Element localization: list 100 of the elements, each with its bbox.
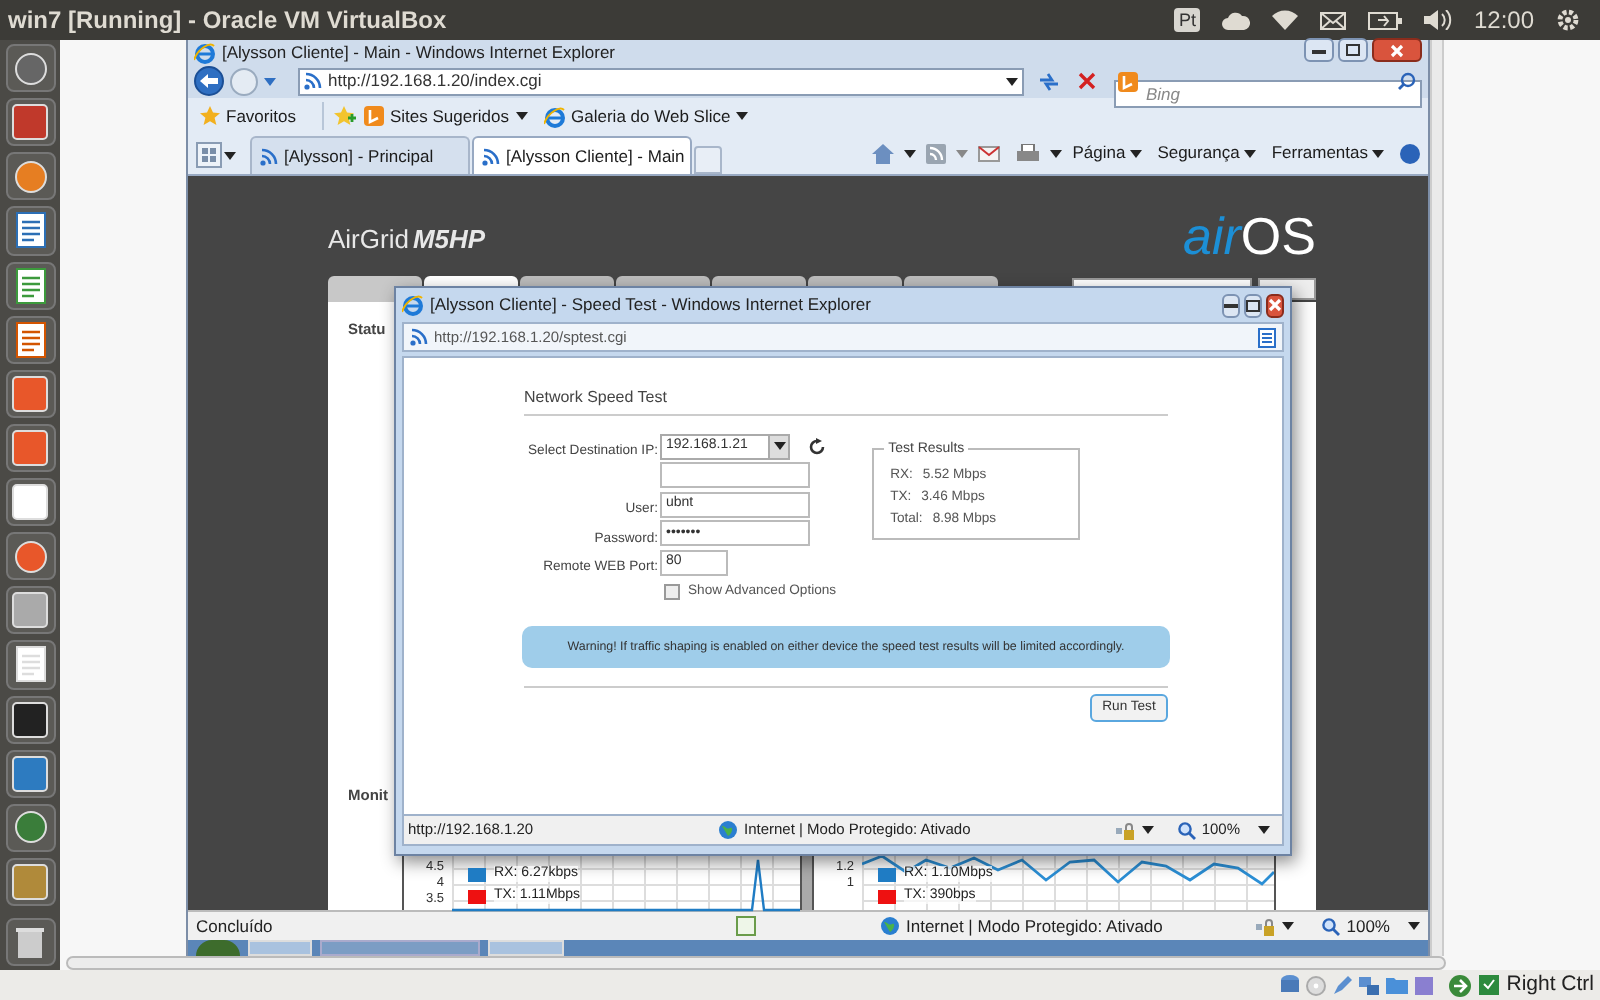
back-button[interactable] [194, 66, 224, 96]
zoom-level[interactable]: 100% [1346, 913, 1390, 939]
caret-icon[interactable] [736, 112, 749, 120]
terminal-icon[interactable] [5, 695, 55, 744]
security-zone: Internet | Modo Protegido: Ativado [906, 913, 1163, 939]
maximize-button[interactable] [1244, 293, 1262, 317]
bing-icon [1118, 71, 1138, 91]
launcher-icon[interactable] [5, 423, 55, 472]
product-name: AirGrid [328, 221, 409, 257]
feed-icon [260, 147, 278, 165]
browser-logo-icon [402, 294, 424, 316]
help-icon[interactable] [1400, 143, 1420, 164]
input-field[interactable] [660, 462, 810, 489]
panel-separator [802, 850, 812, 910]
minimize-icon [1312, 47, 1326, 53]
model-name: M5HP [412, 221, 486, 257]
capture-icon [1414, 975, 1435, 995]
cloud-icon[interactable] [1221, 11, 1250, 29]
start-button[interactable] [196, 940, 240, 956]
section-heading: Network Speed Test [524, 386, 1168, 416]
caret-icon[interactable] [1372, 149, 1384, 158]
page-icon[interactable] [1258, 327, 1276, 347]
document-icon[interactable] [5, 206, 55, 255]
presentation-icon[interactable] [5, 315, 55, 364]
printer-icon[interactable] [1016, 143, 1041, 164]
browser-logo-icon [543, 105, 566, 127]
browser-tab[interactable]: [Alysson Cliente] - Main [472, 136, 692, 174]
trash-icon[interactable] [5, 918, 55, 967]
globe-icon[interactable] [5, 152, 55, 201]
launcher-icon[interactable] [5, 857, 55, 906]
caret-icon[interactable] [1282, 922, 1295, 930]
launcher-icon[interactable] [5, 803, 55, 852]
stop-icon[interactable] [1078, 72, 1096, 90]
caret-icon[interactable] [773, 442, 785, 451]
caret-icon[interactable] [904, 149, 917, 158]
dropdown-button[interactable] [768, 435, 788, 458]
close-icon [1390, 43, 1404, 57]
caret-icon[interactable] [1258, 826, 1270, 834]
folder-icon [1386, 976, 1409, 994]
host-key-label: Right Ctrl [1506, 969, 1594, 1000]
keyboard-indicator[interactable]: Pt [1174, 8, 1200, 32]
caret-icon[interactable] [1141, 826, 1154, 834]
launcher-icon[interactable] [5, 478, 55, 527]
battery-icon[interactable] [1367, 11, 1402, 29]
command-menu[interactable]: Página [1072, 140, 1142, 166]
close-icon [1268, 298, 1282, 312]
network-icon [1358, 975, 1381, 995]
add-favorite-icon[interactable] [333, 106, 356, 126]
close-button[interactable] [1266, 293, 1284, 317]
globe-icon [718, 820, 738, 840]
checkbox[interactable] [664, 583, 680, 600]
caret-icon[interactable] [224, 152, 236, 160]
address-field[interactable]: http://192.168.1.20/index.cgi [298, 67, 1024, 95]
minimize-icon [1224, 302, 1238, 308]
maximize-button[interactable] [1338, 38, 1368, 62]
magnifier-icon [1177, 821, 1196, 839]
pencil-icon[interactable] [5, 640, 55, 689]
wrench-icon[interactable] [5, 586, 55, 635]
monitor-icon[interactable] [5, 749, 55, 798]
maximize-icon [1346, 44, 1360, 56]
favorites-bar-item[interactable]: Sites Sugeridos [363, 103, 528, 129]
pen-icon [1332, 975, 1353, 995]
caret-icon[interactable] [1006, 77, 1018, 85]
browser-logo-icon [194, 41, 216, 63]
minimize-button[interactable] [1304, 38, 1334, 62]
feed-icon [482, 147, 500, 165]
favorites-bar-item[interactable]: Favoritos [200, 103, 296, 129]
arrow-icon [1448, 973, 1473, 997]
close-button[interactable] [1372, 38, 1422, 62]
caret-icon[interactable] [515, 112, 528, 120]
feed-icon [304, 72, 322, 90]
home-icon[interactable] [872, 143, 895, 164]
vertical-scrollbar[interactable] [1430, 40, 1444, 956]
browser-tab[interactable]: [Alysson] - Principal [250, 136, 470, 174]
refresh-icon[interactable] [808, 437, 826, 456]
home-icon[interactable] [5, 44, 55, 93]
caret-icon[interactable] [1408, 922, 1420, 930]
minimize-button[interactable] [1222, 293, 1240, 317]
clock[interactable]: 12:00 [1473, 2, 1534, 38]
caret-icon[interactable] [1050, 149, 1063, 158]
envelope-icon[interactable] [978, 145, 1001, 162]
command-menu[interactable]: Segurança [1157, 140, 1256, 166]
popup-title: [Alysson Cliente] - Speed Test - Windows Internet Explorer [430, 292, 871, 318]
maximize-icon [1246, 299, 1260, 311]
caret-icon[interactable] [1243, 149, 1256, 158]
speaker-icon[interactable] [1423, 10, 1452, 30]
wifi-icon[interactable] [1271, 10, 1298, 30]
caret-icon[interactable] [1129, 149, 1142, 158]
headphones-icon[interactable] [5, 532, 55, 581]
search-field[interactable]: Bing [1114, 79, 1422, 107]
drawer-icon[interactable] [5, 98, 55, 147]
command-menu[interactable]: Ferramentas [1271, 140, 1384, 166]
shopping-bag-icon[interactable] [5, 369, 55, 418]
window-title: win7 [Running] - Oracle VM VirtualBox [8, 4, 447, 38]
settings-icon[interactable] [1556, 8, 1580, 32]
spreadsheet-icon[interactable] [5, 261, 55, 310]
brand-logo-suffix: OS [1240, 208, 1316, 264]
search-icon[interactable] [1398, 71, 1416, 89]
horizontal-scrollbar[interactable] [66, 956, 1446, 970]
favorites-bar-item[interactable]: Galeria do Web Slice [543, 103, 749, 129]
